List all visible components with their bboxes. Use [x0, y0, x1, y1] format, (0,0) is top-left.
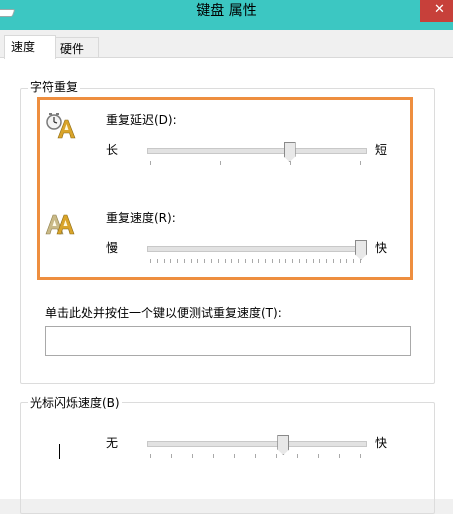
cursor-blink-track[interactable] [147, 441, 367, 447]
slider-tick [251, 259, 253, 263]
slider-tick [150, 259, 151, 263]
slider-tick [150, 161, 151, 165]
slider-tick [346, 259, 348, 263]
slider-tick [192, 454, 193, 458]
slider-tick [278, 259, 280, 263]
slider-tick [220, 161, 221, 165]
slider-tick [319, 259, 321, 263]
slider-tick [312, 259, 314, 263]
slider-tick [326, 259, 328, 263]
test-repeat-label: 单击此处并按住一个键以便测试重复速度(T): [45, 306, 282, 320]
slider-tick [297, 454, 298, 458]
slider-tick [360, 161, 361, 165]
slider-tick [360, 454, 361, 458]
char-repeat-group-title: 字符重复 [28, 80, 81, 94]
close-icon: ✕ [434, 2, 445, 17]
slider-tick [217, 259, 219, 263]
slider-tick [210, 259, 212, 263]
slider-tick [360, 259, 361, 263]
text-cursor-icon [59, 444, 60, 459]
slider-tick [271, 259, 273, 263]
clock-letter-a-icon [46, 113, 76, 139]
slider-tick [305, 259, 307, 263]
double-letter-a-icon [45, 214, 75, 235]
slider-tick [339, 259, 341, 263]
slider-tick [224, 259, 226, 263]
slider-tick [255, 454, 256, 458]
slider-tick [353, 259, 355, 263]
cursor-blink-min-label: 无 [106, 436, 119, 450]
repeat-delay-min-label: 长 [106, 143, 119, 157]
slider-tick [156, 259, 158, 263]
slider-tick [231, 259, 233, 263]
test-repeat-input[interactable] [45, 326, 411, 356]
slider-tick [163, 259, 165, 263]
cursor-blink-group-title: 光标闪烁速度(B) [28, 396, 122, 410]
slider-tick [171, 454, 172, 458]
slider-tick [177, 259, 179, 263]
slider-tick [285, 259, 287, 263]
cursor-blink-ticks [150, 454, 364, 458]
repeat-delay-ticks [150, 161, 364, 165]
slider-tick [290, 161, 291, 165]
slider-tick [292, 259, 294, 263]
slider-tick [204, 259, 206, 263]
repeat-delay-label: 重复延迟(D): [106, 113, 177, 127]
slider-tick [332, 259, 334, 263]
tab-speed[interactable]: 速度 [4, 35, 56, 59]
slider-tick [244, 259, 246, 263]
window-title: 键盘 属性 [196, 3, 257, 19]
slider-tick [238, 259, 240, 263]
slider-tick [339, 454, 340, 458]
slider-tick [258, 259, 260, 263]
repeat-rate-min-label: 慢 [106, 241, 119, 255]
repeat-rate-track[interactable] [147, 246, 367, 252]
slider-tick [183, 259, 185, 263]
repeat-delay-max-label: 短 [375, 143, 388, 157]
repeat-delay-track[interactable] [147, 148, 367, 154]
close-button[interactable]: ✕ [420, 0, 453, 22]
repeat-rate-max-label: 快 [375, 241, 388, 255]
slider-tick [190, 259, 192, 263]
slider-tick [234, 454, 235, 458]
cursor-blink-max-label: 快 [375, 436, 388, 450]
slider-tick [150, 454, 151, 458]
slider-tick [265, 259, 267, 263]
slider-tick [299, 259, 301, 263]
title-bar: 键盘 属性 ✕ [0, 0, 453, 30]
slider-tick [276, 454, 277, 458]
slider-tick [170, 259, 172, 263]
cursor-blink-group [20, 402, 435, 514]
slider-tick [318, 454, 319, 458]
repeat-rate-label: 重复速度(R): [106, 211, 176, 225]
slider-tick [213, 454, 214, 458]
repeat-rate-ticks [150, 259, 364, 263]
slider-tick [197, 259, 199, 263]
